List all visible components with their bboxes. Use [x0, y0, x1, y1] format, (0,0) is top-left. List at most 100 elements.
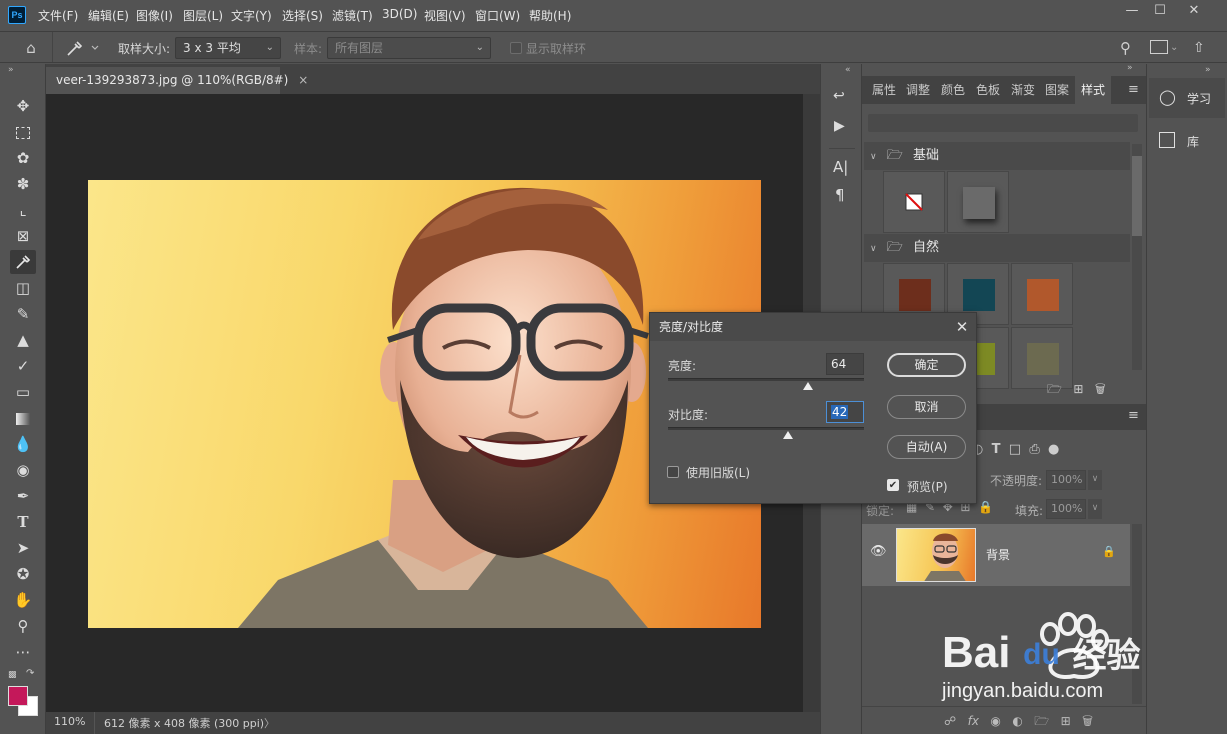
close-icon[interactable]: ✕ — [953, 317, 971, 337]
menu-window[interactable]: 窗口(W) — [475, 7, 520, 24]
tab-gradients[interactable]: 渐变 — [1007, 78, 1039, 102]
contrast-slider-track[interactable] — [668, 427, 864, 430]
menu-help[interactable]: 帮助(H) — [529, 7, 571, 24]
menu-3d[interactable]: 3D(D) — [382, 7, 417, 21]
fx-icon[interactable]: fx — [968, 714, 979, 728]
lock-icon[interactable]: 🔒 — [1102, 545, 1116, 558]
show-ring-checkbox[interactable] — [510, 42, 522, 54]
sample-size-select[interactable]: 3 x 3 平均 ⌄ — [175, 37, 281, 59]
eyedropper-tool-icon[interactable] — [10, 250, 36, 274]
new-group-icon[interactable]: 🗁 — [1034, 714, 1049, 728]
link-icon[interactable]: ☍ — [944, 714, 956, 728]
library-button[interactable]: 库 — [1149, 122, 1225, 160]
marquee-tool-icon[interactable] — [10, 120, 36, 144]
collapse-icon[interactable]: » — [1205, 65, 1211, 75]
move-tool-icon[interactable]: ✥ — [10, 94, 36, 118]
legacy-checkbox[interactable] — [667, 466, 679, 478]
panel-menu-icon[interactable]: ≡ — [1128, 408, 1139, 423]
dialog-title-bar[interactable]: 亮度/对比度 — [650, 313, 976, 341]
layer-name[interactable]: 背景 — [986, 546, 1010, 563]
character-icon[interactable]: A| — [833, 158, 853, 178]
collapse-icon[interactable]: » — [1127, 63, 1133, 73]
style-swatch-copper[interactable] — [1011, 263, 1073, 325]
workspace-icon[interactable] — [1150, 40, 1168, 54]
hand-tool-icon[interactable]: ✋ — [10, 588, 36, 612]
document-tab[interactable]: veer-139293873.jpg @ 110%(RGB/8#) × — [46, 67, 308, 94]
shape-tool-icon[interactable]: ✪ — [10, 562, 36, 586]
style-group-basic[interactable]: ∨ 🗁 基础 — [864, 142, 1130, 170]
paragraph-icon[interactable]: ¶ — [835, 186, 855, 206]
status-menu-arrow-icon[interactable]: 〉 — [264, 715, 275, 731]
menu-type[interactable]: 文字(Y) — [231, 7, 272, 24]
visibility-eye-icon[interactable]: 👁 — [870, 544, 887, 559]
collapse-icon[interactable]: » — [8, 65, 14, 75]
zoom-tool-icon[interactable]: ⚲ — [10, 614, 36, 638]
close-tab-icon[interactable]: × — [298, 73, 308, 87]
tab-adjustments[interactable]: 调整 — [902, 78, 934, 102]
collapse-icon[interactable]: « — [845, 65, 851, 75]
frame-tool-icon[interactable]: ⊠ — [10, 224, 36, 248]
dodge-tool-icon[interactable]: ◉ — [10, 458, 36, 482]
tab-properties[interactable]: 属性 — [868, 78, 900, 102]
new-style-icon[interactable]: ⊞ — [1073, 382, 1083, 396]
tab-swatches[interactable]: 色板 — [972, 78, 1004, 102]
foreground-color-swatch[interactable] — [8, 686, 28, 706]
menu-file[interactable]: 文件(F) — [38, 7, 78, 24]
style-group-nature[interactable]: ∨ 🗁 自然 — [864, 234, 1130, 262]
path-select-tool-icon[interactable]: ➤ — [10, 536, 36, 560]
learn-button[interactable]: ◯ 学习 — [1149, 78, 1225, 118]
swap-colors-icon[interactable]: ↷ — [26, 668, 34, 679]
scroll-thumb[interactable] — [1132, 156, 1142, 236]
history-brush-tool-icon[interactable]: ✓ — [10, 354, 36, 378]
maximize-icon[interactable]: ☐ — [1143, 0, 1177, 22]
new-group-icon[interactable]: 🗁 — [1047, 382, 1062, 396]
share-icon[interactable]: ⇧ — [1193, 38, 1213, 58]
menu-filter[interactable]: 滤镜(T) — [332, 7, 373, 24]
menu-image[interactable]: 图像(I) — [136, 7, 173, 24]
auto-button[interactable]: 自动(A) — [887, 435, 966, 459]
filter-toggle-icon[interactable]: ● — [1048, 442, 1059, 457]
eyedropper-preset-picker[interactable] — [64, 37, 102, 59]
stamp-tool-icon[interactable]: ▲ — [10, 328, 36, 352]
menu-select[interactable]: 选择(S) — [282, 7, 323, 24]
history-icon[interactable]: ↩ — [833, 88, 853, 108]
tab-styles[interactable]: 样式 — [1075, 76, 1112, 104]
mask-icon[interactable]: ◉ — [990, 714, 1000, 728]
new-layer-icon[interactable]: ⊞ — [1061, 714, 1071, 728]
blur-tool-icon[interactable]: 💧 — [10, 432, 36, 456]
sample-select[interactable]: 所有图层 ⌄ — [327, 37, 491, 59]
fill-field[interactable]: 100% — [1046, 499, 1086, 519]
patch-tool-icon[interactable]: ◫ — [10, 276, 36, 300]
delete-icon[interactable]: 🗑 — [1082, 714, 1093, 728]
brightness-input[interactable]: 64 — [826, 353, 864, 375]
tab-color[interactable]: 颜色 — [937, 78, 969, 102]
default-colors-icon[interactable]: ▩ — [8, 670, 17, 680]
brightness-slider-track[interactable] — [668, 378, 864, 381]
contrast-input[interactable]: 42 — [826, 401, 864, 423]
lock-all-icon[interactable]: 🔒 — [978, 500, 993, 514]
panel-menu-icon[interactable]: ≡ — [1128, 82, 1139, 97]
ok-button[interactable]: 确定 — [887, 353, 966, 377]
menu-view[interactable]: 视图(V) — [424, 7, 466, 24]
opacity-field[interactable]: 100% — [1046, 470, 1086, 490]
home-icon[interactable]: ⌂ — [20, 38, 42, 58]
type-filter-icon[interactable]: T — [992, 442, 1001, 457]
menu-layer[interactable]: 图层(L) — [183, 7, 223, 24]
chevron-down-icon[interactable]: ∨ — [1088, 499, 1102, 519]
cancel-button[interactable]: 取消 — [887, 395, 966, 419]
actions-play-icon[interactable]: ▶ — [834, 118, 854, 138]
eraser-tool-icon[interactable]: ▭ — [10, 380, 36, 404]
crop-tool-icon[interactable]: ⌞ — [10, 198, 36, 222]
smart-object-filter-icon[interactable]: ⎙ — [1029, 442, 1039, 457]
gradient-tool-icon[interactable] — [10, 406, 36, 430]
preview-checkbox[interactable]: ✔ — [887, 479, 899, 491]
more-tools-icon[interactable]: ⋯ — [10, 640, 36, 664]
lasso-tool-icon[interactable]: ✿ — [10, 146, 36, 170]
shape-filter-icon[interactable]: □ — [1009, 442, 1021, 457]
style-swatch-none[interactable] — [883, 171, 945, 233]
zoom-level[interactable]: 110% — [54, 715, 85, 728]
contrast-slider-thumb[interactable] — [783, 431, 794, 439]
styles-scrollbar[interactable] — [1132, 144, 1142, 370]
styles-search-bar[interactable] — [868, 114, 1138, 132]
brush-tool-icon[interactable]: ✎ — [10, 302, 36, 326]
